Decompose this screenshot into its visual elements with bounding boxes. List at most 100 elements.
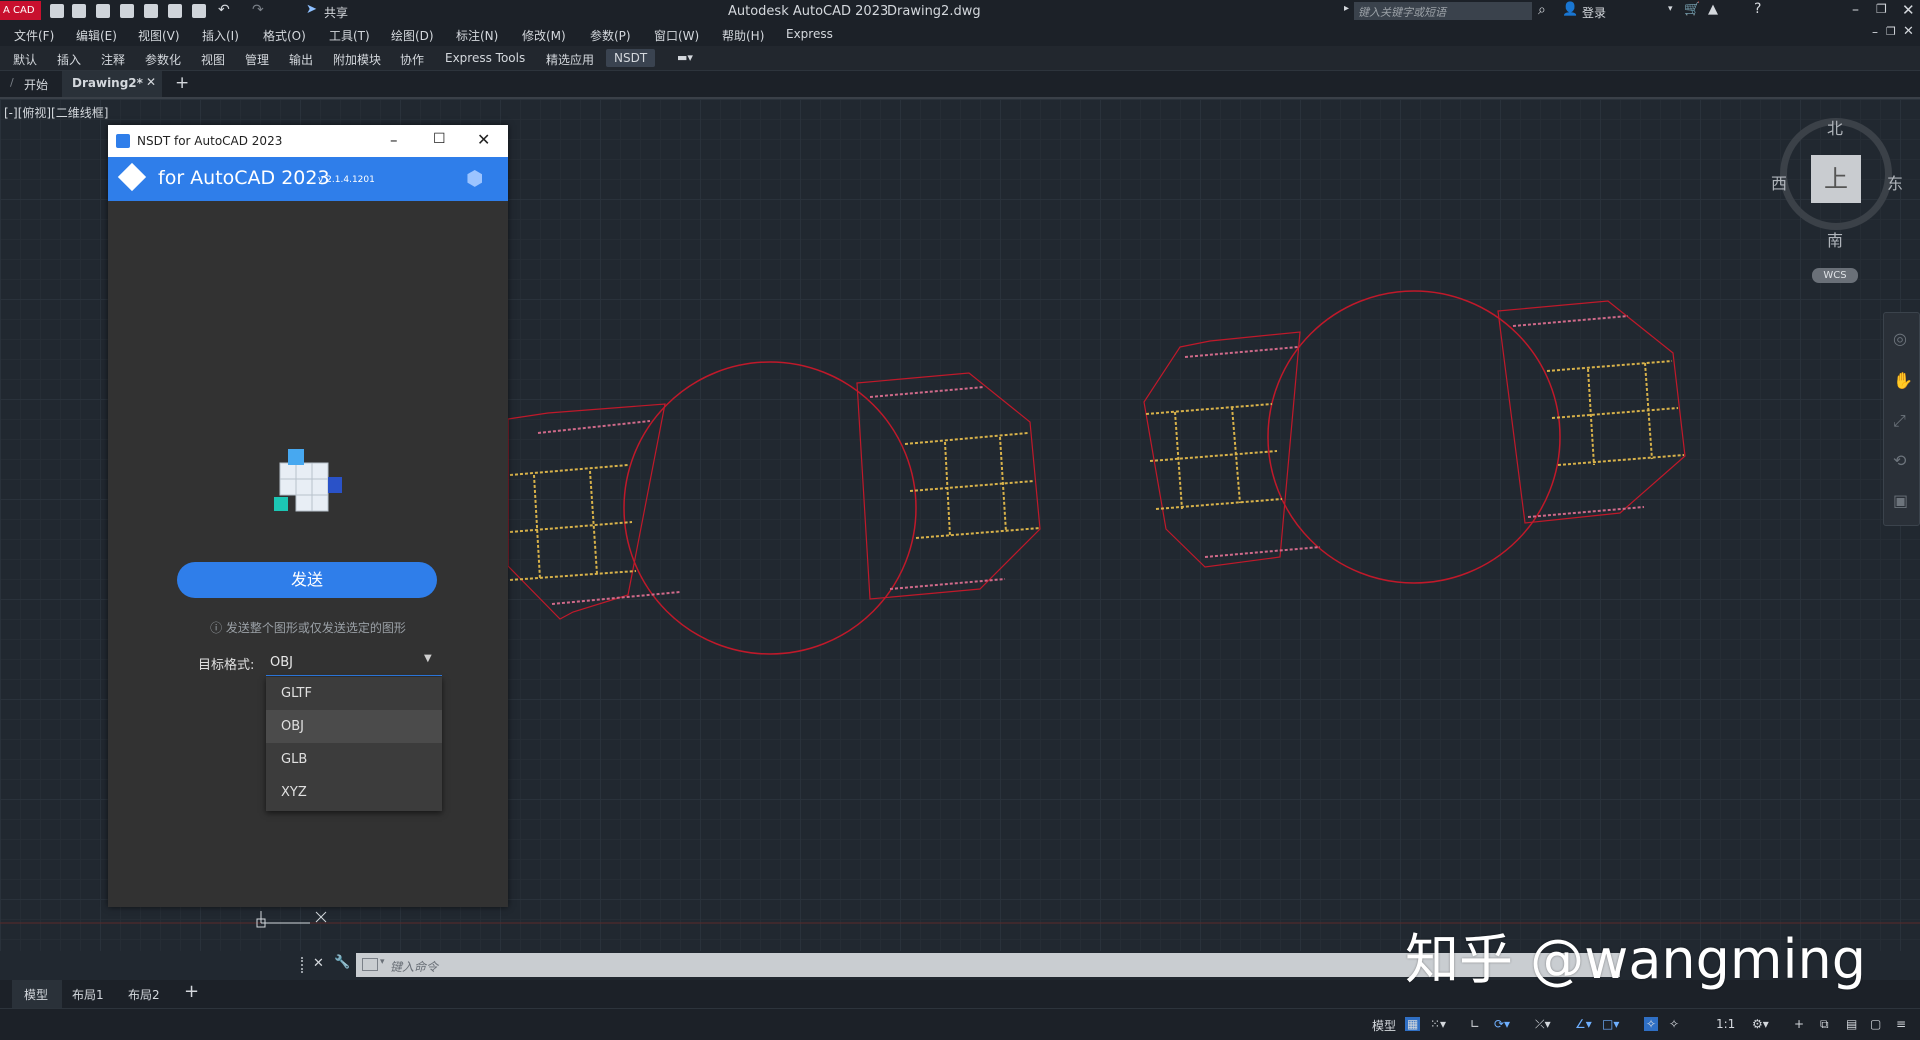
showmotion-icon[interactable]: ▣ [1893, 491, 1908, 510]
tab-drawing2[interactable]: Drawing2* ✕ [62, 71, 162, 97]
send-button[interactable]: 发送 [177, 562, 437, 598]
clean-screen-icon[interactable]: ▢ [1870, 1017, 1881, 1031]
dialog-maximize-icon[interactable]: ☐ [433, 131, 446, 147]
menu-insert[interactable]: 插入(I) [202, 27, 239, 44]
menu-help[interactable]: 帮助(H) [722, 27, 764, 44]
print-icon[interactable] [192, 4, 206, 18]
zoom-extents-icon[interactable]: ⤢ [1893, 411, 1906, 431]
compass-north[interactable]: 北 [1827, 115, 1843, 139]
isodraft-icon[interactable]: ⤫▾ [1535, 1017, 1551, 1032]
tab-start[interactable]: 开始 [24, 76, 48, 93]
dropdown-arrow-icon[interactable]: ▾ [1668, 4, 1673, 14]
close-icon[interactable]: ✕ [1902, 1, 1915, 19]
menu-tools[interactable]: 工具(T) [329, 27, 370, 44]
new-tab-button[interactable]: + [175, 73, 189, 93]
autocad-logo[interactable]: A CAD [0, 1, 41, 20]
compass-south[interactable]: 南 [1827, 227, 1843, 251]
menu-modify[interactable]: 修改(M) [522, 27, 566, 44]
model-space-toggle[interactable]: 模型 [1372, 1017, 1396, 1034]
compass-east[interactable]: 东 [1887, 170, 1903, 194]
tabs-menu-icon[interactable]: / [10, 76, 14, 89]
dialog-close-icon[interactable]: ✕ [477, 130, 490, 149]
viewcube-top-face[interactable]: 上 [1811, 155, 1861, 203]
search-input[interactable]: 键入关键字或短语 [1354, 2, 1532, 20]
cmd-recent-arrow-icon[interactable]: ▾ [380, 957, 385, 967]
tab-nsdt[interactable]: NSDT [606, 49, 656, 67]
format-option-xyz[interactable]: XYZ [266, 776, 442, 809]
pan-icon[interactable]: ✋ [1893, 371, 1913, 390]
grid-icon[interactable]: ▦ [1405, 1017, 1421, 1031]
tab-layout1[interactable]: 布局1 [72, 986, 104, 1003]
save-icon[interactable] [96, 4, 110, 18]
chevron-right-icon[interactable]: ▸ [1344, 3, 1349, 14]
tab-insert[interactable]: 插入 [57, 51, 81, 68]
format-option-gltf[interactable]: GLTF [266, 677, 442, 710]
object-snap-tracking-icon[interactable]: ∠▾ [1575, 1017, 1592, 1031]
chevron-down-icon[interactable]: ▼ [424, 653, 432, 664]
tab-featured-apps[interactable]: 精选应用 [546, 51, 594, 68]
auto-scale-icon[interactable]: ✧ [1669, 1017, 1679, 1031]
tab-manage[interactable]: 管理 [245, 51, 269, 68]
ribbon-display-toggle-icon[interactable]: ▬▾ [677, 51, 693, 64]
cmd-close-icon[interactable]: ✕ [313, 956, 324, 971]
search-icon[interactable]: ⌕ [1538, 2, 1546, 18]
save-as-icon[interactable] [120, 4, 134, 18]
workspace-gear-icon[interactable]: ⚙▾ [1752, 1017, 1769, 1031]
doc-minimize-icon[interactable]: – [1872, 25, 1878, 39]
viewport-controls-label[interactable]: [-][俯视][二维线框] [4, 104, 108, 121]
tab-parametric[interactable]: 参数化 [145, 51, 181, 68]
undo-icon[interactable]: ↶ [218, 2, 230, 18]
wcs-menu[interactable]: WCS [1812, 268, 1858, 283]
tab-express-tools[interactable]: Express Tools [445, 51, 525, 65]
dialog-minimize-icon[interactable]: – [390, 131, 398, 149]
dialog-title-bar[interactable]: NSDT for AutoCAD 2023 – ☐ ✕ [108, 125, 508, 157]
cart-icon[interactable]: 🛒 [1684, 2, 1700, 17]
menu-edit[interactable]: 编辑(E) [76, 27, 117, 44]
open-folder-icon[interactable] [72, 4, 86, 18]
publish-icon[interactable] [144, 4, 158, 18]
autodesk-account-icon[interactable]: ▲ [1708, 2, 1718, 17]
tab-output[interactable]: 输出 [289, 51, 313, 68]
tab-annotate[interactable]: 注释 [101, 51, 125, 68]
orbit-icon[interactable]: ⟲ [1893, 451, 1906, 470]
command-line-grip-icon[interactable] [301, 957, 308, 973]
plot-icon[interactable] [168, 4, 182, 18]
tab-addins[interactable]: 附加模块 [333, 51, 381, 68]
menu-express[interactable]: Express [786, 27, 833, 41]
menu-parametric[interactable]: 参数(P) [590, 27, 631, 44]
share-label[interactable]: 共享 [324, 4, 348, 21]
restore-icon[interactable]: ❐ [1876, 2, 1887, 16]
object-snap-icon[interactable]: □▾ [1602, 1017, 1619, 1031]
tab-model[interactable]: 模型 [12, 980, 62, 1008]
tab-view[interactable]: 视图 [201, 51, 225, 68]
menu-view[interactable]: 视图(V) [138, 27, 180, 44]
customization-menu-icon[interactable]: ≡ [1896, 1017, 1906, 1031]
login-label[interactable]: 登录 [1582, 4, 1606, 21]
menu-dimension[interactable]: 标注(N) [456, 27, 498, 44]
units-icon[interactable]: ⧉ [1820, 1017, 1829, 1032]
user-icon[interactable]: 👤 [1562, 2, 1578, 17]
steering-wheel-icon[interactable]: ◎ [1893, 329, 1907, 348]
annotation-scale[interactable]: 1:1 [1716, 1017, 1735, 1031]
menu-draw[interactable]: 绘图(D) [391, 27, 434, 44]
tab-collaborate[interactable]: 协作 [400, 51, 424, 68]
tab-close-icon[interactable]: ✕ [146, 75, 156, 89]
polar-icon[interactable]: ⟳▾ [1494, 1017, 1510, 1031]
plus-icon[interactable]: + [1794, 1017, 1804, 1031]
menu-file[interactable]: 文件(F) [14, 27, 54, 44]
minimize-icon[interactable]: – [1852, 2, 1859, 18]
cmd-recent-icon[interactable] [362, 958, 378, 971]
cmd-customize-icon[interactable]: 🔧 [334, 955, 350, 970]
compass-west[interactable]: 西 [1771, 170, 1787, 194]
format-option-glb[interactable]: GLB [266, 743, 442, 776]
ortho-icon[interactable]: ∟ [1470, 1017, 1480, 1031]
doc-restore-icon[interactable]: ❐ [1886, 25, 1896, 38]
menu-format[interactable]: 格式(O) [263, 27, 306, 44]
snap-icon[interactable]: ⁙▾ [1430, 1017, 1446, 1031]
share-icon[interactable]: ➤ [306, 2, 317, 17]
redo-icon[interactable]: ↷ [252, 2, 264, 18]
tab-layout2[interactable]: 布局2 [128, 986, 160, 1003]
doc-close-icon[interactable]: ✕ [1903, 24, 1914, 39]
tab-default[interactable]: 默认 [13, 51, 37, 68]
help-icon[interactable]: ? [1754, 1, 1761, 17]
